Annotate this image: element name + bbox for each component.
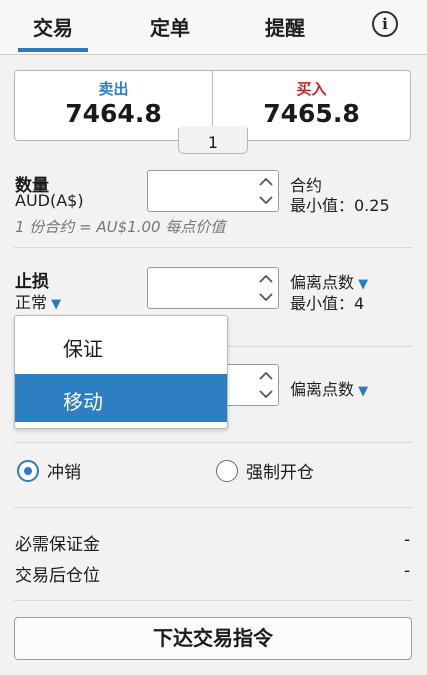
limit-stepper[interactable] <box>258 367 274 403</box>
divider <box>14 247 412 248</box>
stop-distance-input[interactable] <box>147 267 279 309</box>
dropdown-option-trailing[interactable]: 移动 <box>15 374 227 422</box>
sell-price: 7464.8 <box>65 99 162 128</box>
radio-checked-icon[interactable] <box>17 460 39 482</box>
stop-type-dropdown: 保证 移动 <box>14 315 228 429</box>
tab-bar: 交易 定单 提醒 i <box>0 0 427 55</box>
stop-mode-value: 正常 <box>15 293 48 312</box>
chevron-down-icon <box>259 293 273 302</box>
chevron-up-icon <box>259 274 273 283</box>
quantity-note: 1 份合约 = AU$1.00 每点价值 <box>15 218 226 236</box>
info-icon[interactable]: i <box>372 11 398 37</box>
post-trade-position-value: - <box>404 561 411 581</box>
chevron-down-icon <box>259 390 273 399</box>
limit-unit-select[interactable]: 偏离点数 ▼ <box>290 376 368 400</box>
chevron-up-icon <box>259 371 273 380</box>
required-margin-value: - <box>404 530 411 550</box>
stop-stepper[interactable] <box>258 270 274 306</box>
tab-trade[interactable]: 交易 <box>18 12 88 41</box>
buy-label: 买入 <box>296 80 327 98</box>
tab-alerts[interactable]: 提醒 <box>250 12 320 41</box>
active-tab-indicator <box>18 48 88 52</box>
place-trade-button[interactable]: 下达交易指令 <box>14 617 412 660</box>
spread-value: 1 <box>178 128 248 154</box>
chevron-down-icon: ▼ <box>47 297 62 312</box>
radio-unchecked-icon[interactable] <box>216 460 238 482</box>
tab-orders[interactable]: 定单 <box>135 12 205 41</box>
divider <box>14 507 412 508</box>
stop-mode-select[interactable]: 正常 ▼ <box>15 289 61 313</box>
quantity-stepper[interactable] <box>258 173 274 209</box>
limit-unit: 偏离点数 <box>290 380 355 399</box>
dropdown-option-guaranteed[interactable]: 保证 <box>15 321 227 369</box>
chevron-up-icon <box>259 177 273 186</box>
buy-price: 7465.8 <box>263 99 360 128</box>
quantity-min: 最小值：0.25 <box>290 196 390 215</box>
quantity-input[interactable] <box>147 170 279 212</box>
chevron-down-icon <box>259 196 273 205</box>
divider <box>14 442 412 443</box>
chevron-down-icon: ▼ <box>354 384 369 399</box>
quantity-currency: AUD(A$) <box>15 191 84 210</box>
divider <box>14 600 412 601</box>
stop-min: 最小值：4 <box>290 294 365 313</box>
post-trade-position-label: 交易后仓位 <box>15 566 100 586</box>
sell-label: 卖出 <box>98 80 129 98</box>
required-margin-label: 必需保证金 <box>15 535 100 555</box>
